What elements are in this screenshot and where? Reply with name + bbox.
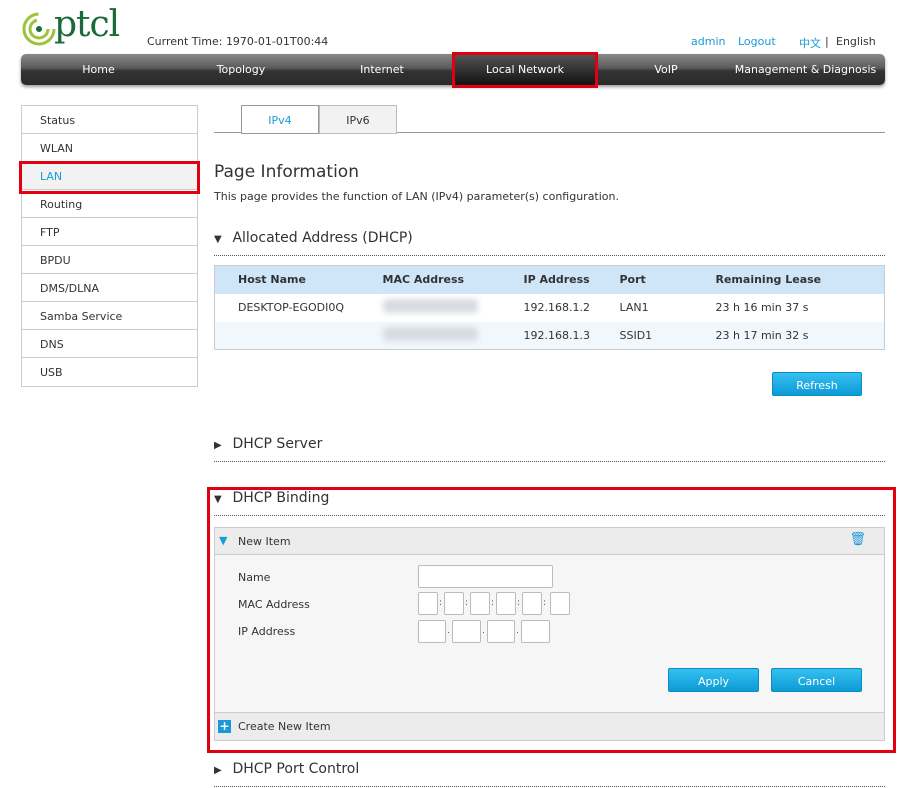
col-mac: MAC Address bbox=[382, 265, 524, 294]
table-row: 192.168.1.3 SSID1 23 h 17 min 32 s bbox=[214, 321, 885, 350]
sidebar-item-routing[interactable]: Routing bbox=[22, 190, 197, 218]
highlight-dhcp-binding bbox=[207, 487, 896, 753]
tab-ipv4[interactable]: IPv4 bbox=[241, 105, 319, 134]
col-ip: IP Address bbox=[523, 265, 620, 294]
tab-ipv6[interactable]: IPv6 bbox=[319, 105, 397, 134]
table-row: DESKTOP-EGODI0Q 192.168.1.2 LAN1 23 h 16 mi… bbox=[238, 299, 809, 314]
highlight-lan bbox=[19, 161, 200, 194]
sidebar-item-dns[interactable]: DNS bbox=[22, 330, 197, 358]
sidebar-item-dms-dlna[interactable]: DMS/DLNA bbox=[22, 274, 197, 302]
tab-bar: IPv4 IPv6 bbox=[214, 105, 885, 134]
nav-voip[interactable]: VoIP bbox=[631, 63, 701, 76]
col-lease: Remaining Lease bbox=[715, 265, 885, 294]
current-time: Current Time: 1970-01-01T00:44 bbox=[147, 35, 329, 48]
mac-redacted bbox=[382, 299, 478, 313]
highlight-local-network bbox=[452, 52, 598, 88]
sidebar-item-wlan[interactable]: WLAN bbox=[22, 134, 197, 162]
sidebar-item-usb[interactable]: USB bbox=[22, 358, 197, 386]
section-dhcp-port-control[interactable]: ▶ DHCP Port Control bbox=[214, 761, 885, 787]
lang-english[interactable]: English bbox=[836, 35, 876, 48]
sidebar-item-samba[interactable]: Samba Service bbox=[22, 302, 197, 330]
lang-separator: | bbox=[825, 35, 829, 48]
section-dhcp-server[interactable]: ▶ DHCP Server bbox=[214, 436, 885, 462]
collapsed-arrow-icon: ▶ bbox=[214, 765, 222, 776]
sidebar-item-bpdu[interactable]: BPDU bbox=[22, 246, 197, 274]
lang-chinese[interactable]: 中文 bbox=[799, 35, 821, 51]
sidebar: Status WLAN LAN Routing FTP BPDU DMS/DLN… bbox=[21, 105, 198, 387]
logout-link[interactable]: Logout bbox=[738, 35, 776, 48]
page-description: This page provides the function of LAN (… bbox=[214, 190, 620, 203]
refresh-button[interactable]: Refresh bbox=[772, 372, 862, 396]
logo-text: ptcl bbox=[54, 4, 120, 45]
nav-home[interactable]: Home bbox=[61, 63, 136, 76]
admin-link[interactable]: admin bbox=[691, 35, 725, 48]
sidebar-item-ftp[interactable]: FTP bbox=[22, 218, 197, 246]
allocated-table: Host Name MAC Address IP Address Port Remain… bbox=[214, 265, 885, 350]
sidebar-item-status[interactable]: Status bbox=[22, 106, 197, 134]
expanded-arrow-icon: ▼ bbox=[214, 234, 222, 245]
nav-management[interactable]: Management & Diagnosis bbox=[733, 63, 878, 76]
collapsed-arrow-icon: ▶ bbox=[214, 440, 222, 451]
section-allocated[interactable]: ▼ Allocated Address (DHCP) bbox=[214, 230, 885, 256]
nav-internet[interactable]: Internet bbox=[341, 63, 423, 76]
page-title: Page Information bbox=[214, 162, 359, 182]
mac-redacted bbox=[382, 326, 478, 341]
nav-topology[interactable]: Topology bbox=[201, 63, 281, 76]
ptcl-logo: ptcl bbox=[22, 4, 122, 48]
col-port: Port bbox=[619, 265, 716, 294]
col-host: Host Name bbox=[214, 265, 383, 294]
